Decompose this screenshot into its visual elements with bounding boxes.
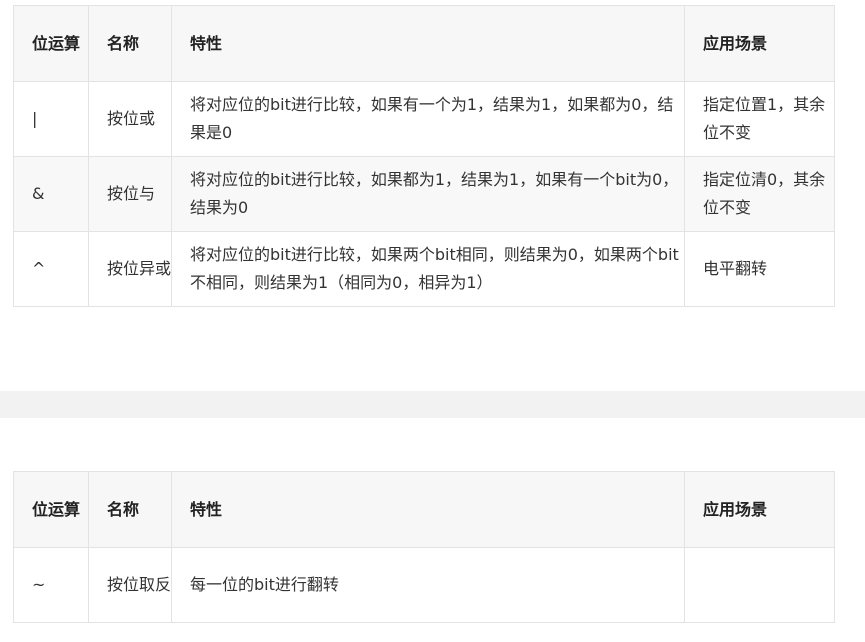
cell-op: ^ bbox=[13, 231, 89, 307]
header-feature: 特性 bbox=[171, 5, 685, 82]
cell-name: 按位与 bbox=[88, 156, 172, 232]
table-header-row: 位运算 名称 特性 应用场景 bbox=[13, 5, 835, 82]
cell-application: 电平翻转 bbox=[684, 231, 835, 307]
header-application: 应用场景 bbox=[684, 471, 835, 548]
cell-name: 按位取反 bbox=[88, 547, 172, 623]
bitwise-not-table: 位运算 名称 特性 应用场景 ~ 按位取反 每一位的bit进行翻转 bbox=[13, 471, 835, 623]
table-header-row: 位运算 名称 特性 应用场景 bbox=[13, 471, 835, 548]
table-row: ^ 按位异或 将对应位的bit进行比较，如果两个bit相同，则结果为0，如果两个… bbox=[13, 231, 835, 307]
table-row: | 按位或 将对应位的bit进行比较，如果有一个为1，结果为1，如果都为0，结果… bbox=[13, 81, 835, 157]
table-row: ~ 按位取反 每一位的bit进行翻转 bbox=[13, 547, 835, 623]
header-feature: 特性 bbox=[171, 471, 685, 548]
cell-feature: 将对应位的bit进行比较，如果有一个为1，结果为1，如果都为0，结果是0 bbox=[171, 81, 685, 157]
cell-op: | bbox=[13, 81, 89, 157]
cell-op: & bbox=[13, 156, 89, 232]
header-op: 位运算 bbox=[13, 471, 89, 548]
cell-application: 指定位置1，其余位不变 bbox=[684, 81, 835, 157]
cell-application: 指定位清0，其余位不变 bbox=[684, 156, 835, 232]
cell-feature: 每一位的bit进行翻转 bbox=[171, 547, 685, 623]
cell-feature: 将对应位的bit进行比较，如果都为1，结果为1，如果有一个bit为0，结果为0 bbox=[171, 156, 685, 232]
header-name: 名称 bbox=[88, 471, 172, 548]
cell-feature: 将对应位的bit进行比较，如果两个bit相同，则结果为0，如果两个bit不相同，… bbox=[171, 231, 685, 307]
header-name: 名称 bbox=[88, 5, 172, 82]
bitwise-ops-table: 位运算 名称 特性 应用场景 | 按位或 将对应位的bit进行比较，如果有一个为… bbox=[13, 5, 835, 307]
section-divider bbox=[0, 391, 865, 418]
header-op: 位运算 bbox=[13, 5, 89, 82]
cell-name: 按位或 bbox=[88, 81, 172, 157]
cell-name: 按位异或 bbox=[88, 231, 172, 307]
header-application: 应用场景 bbox=[684, 5, 835, 82]
cell-application bbox=[684, 547, 835, 623]
cell-op: ~ bbox=[13, 547, 89, 623]
table-row: & 按位与 将对应位的bit进行比较，如果都为1，结果为1，如果有一个bit为0… bbox=[13, 156, 835, 232]
